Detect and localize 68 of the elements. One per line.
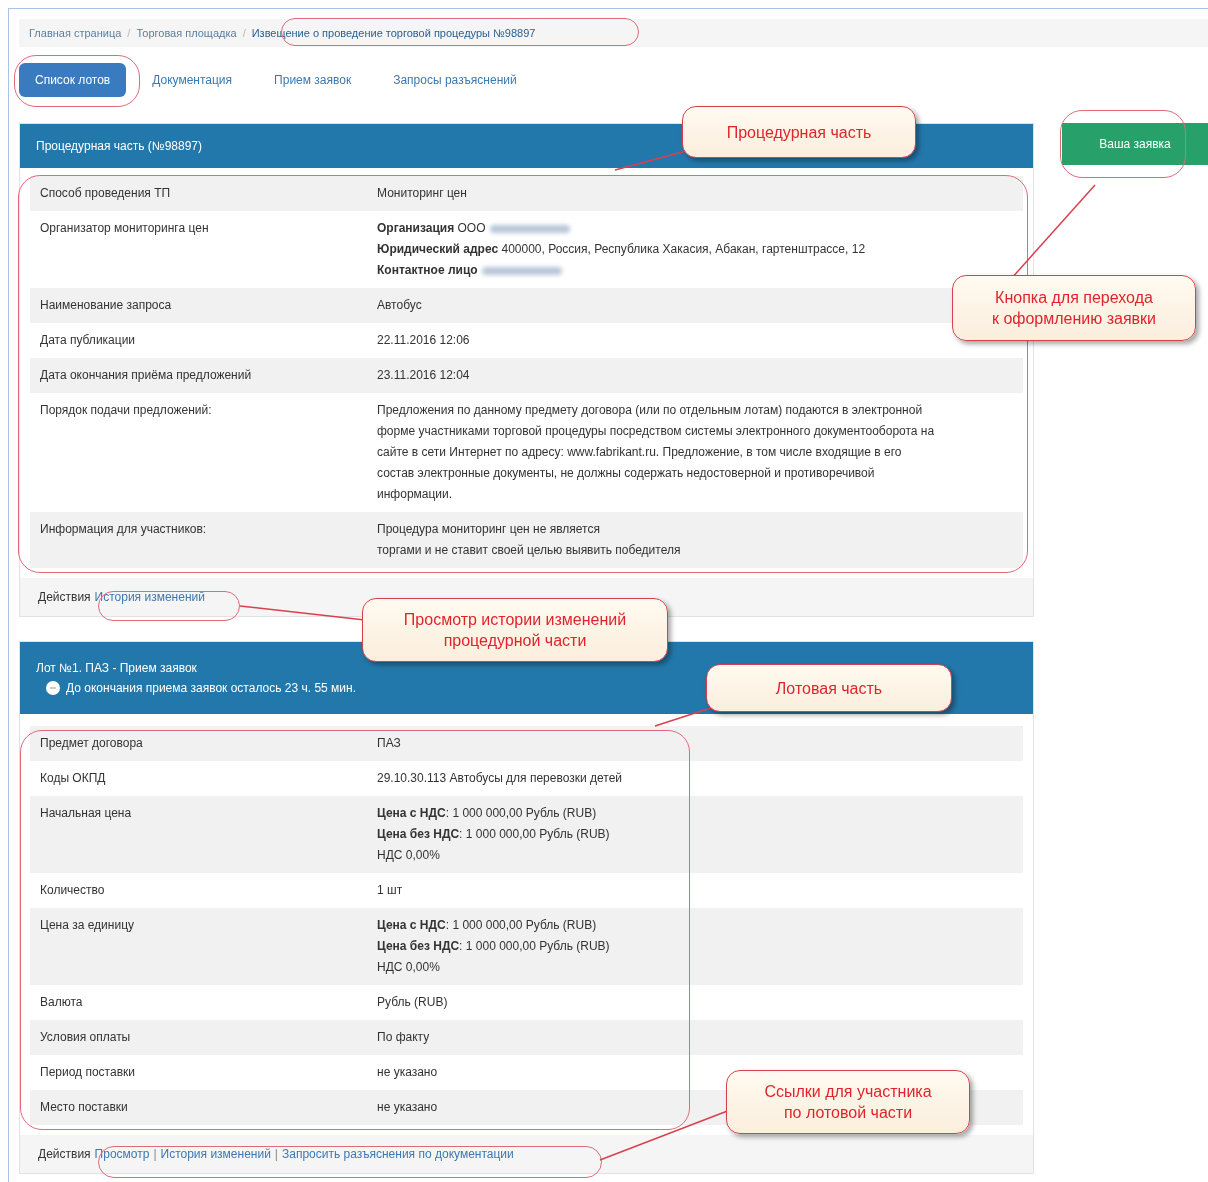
table-cell-text: 22.11.2016 12:06 — [377, 332, 470, 349]
callout-text: процедурной части — [443, 631, 587, 651]
table-cell-text: Наименование запроса — [39, 297, 173, 314]
table-cell-text: Мониторинг цен — [377, 185, 467, 202]
table-cell-text: Валюта — [39, 994, 84, 1011]
callout-text: по лотовой части — [783, 1103, 913, 1123]
table-cell-text: Предложения по данному предмету договора (или по отдельным лотам) подаются в электронной форме участниками торговой процедуры посредством системы электронного документооборота на сайте в сети Интернет по адресу: www.fabrikant.ru. Предложение, в том числе входящие в его состав электронные документы, не должны содержать недостоверной и противоречивой информации. — [377, 402, 936, 503]
tab[interactable]: Запросы разъяснений — [377, 63, 533, 97]
callout-text: к оформлению заявки — [991, 309, 1157, 329]
breadcrumb-link[interactable]: Торговая площадка — [136, 27, 237, 39]
table-cell-text: НДС 0,00% — [377, 847, 440, 864]
table-cell-text: Цена за единицу — [39, 917, 135, 934]
table-cell-text: не указано — [377, 1099, 438, 1116]
link-separator: | — [274, 1147, 278, 1161]
tab[interactable]: Список лотов — [19, 63, 127, 97]
callout-text: Лотовая часть — [775, 678, 883, 699]
table-cell-text: По факту — [377, 1029, 430, 1046]
apply-button[interactable]: Ваша заявка — [1062, 123, 1208, 165]
tab[interactable]: Документация — [136, 63, 249, 97]
table-cell-text: Процедура мониторинг цен не является — [377, 521, 600, 538]
action-link[interactable]: Запросить разъяснения по документации — [282, 1147, 514, 1161]
action-link[interactable]: История изменений — [160, 1147, 271, 1161]
table-cell-text: Порядок подачи предложений: — [39, 402, 213, 419]
table-cell-text: 23.11.2016 12:04 — [377, 367, 470, 384]
link-separator: | — [153, 1147, 157, 1161]
table-cell-text: Период поставки — [39, 1064, 136, 1081]
table-cell-text: Начальная цена — [39, 805, 133, 822]
table-cell-text: Место поставки — [39, 1099, 129, 1116]
table-cell-text: 29.10.30.113 Автобусы для перевозки детей — [377, 770, 623, 787]
table-cell-text: 1 шт — [377, 882, 403, 899]
table-cell-text: Контактное лицо — [377, 262, 478, 279]
table-cell-text: Предмет договора — [39, 735, 144, 752]
table-cell-text: Способ проведения ТП — [39, 185, 172, 202]
table-cell-text: не указано — [377, 1064, 438, 1081]
table-cell-text: Условия оплаты — [39, 1029, 132, 1046]
table-cell-text: Информация для участников: — [39, 521, 208, 538]
callout-text: Ссылки для участника — [764, 1082, 932, 1102]
actions-label: Действия — [38, 590, 91, 604]
table-cell-text: Цена с НДС: 1 000 000,00 Рубль (RUB) — [377, 805, 597, 822]
callout-text: Просмотр истории изменений — [403, 610, 627, 630]
table-cell-text: Коды ОКПД — [39, 770, 107, 787]
table-cell-text: Организатор мониторинга цен — [39, 220, 210, 237]
callout-text: Процедурная часть — [726, 122, 872, 143]
table-cell-text: Юридический адрес 400000, Россия, Республика Хакасия, Абакан, гартенштрассе, 12 — [377, 241, 866, 258]
breadcrumb-separator: / — [242, 27, 246, 39]
panel-title: Процедурная часть (№98897) — [36, 139, 203, 153]
actions-label: Действия — [38, 1147, 91, 1161]
table-cell-text: Количество — [39, 882, 106, 899]
countdown-text: До окончания приема заявок осталось 23 ч. 55 мин. — [66, 681, 356, 695]
history-link[interactable]: История изменений — [94, 590, 205, 604]
table-cell-text: Дата публикации — [39, 332, 137, 349]
table-cell-text: НДС 0,00% — [377, 959, 440, 976]
table-cell-text: Цена с НДС: 1 000 000,00 Рубль (RUB) — [377, 917, 597, 934]
table-cell-text: Автобус — [377, 297, 422, 314]
callout-text: Кнопка для перехода — [995, 288, 1153, 308]
table-cell-text: Организация ООО — [377, 220, 486, 237]
panel-title: Лот №1. ПАЗ - Прием заявок — [36, 661, 197, 675]
table-cell-text: Цена без НДС: 1 000 000,00 Рубль (RUB) — [377, 826, 610, 843]
table-cell-text: Цена без НДС: 1 000 000,00 Рубль (RUB) — [377, 938, 610, 955]
breadcrumb-link[interactable]: Извещение о проведение торговой процедуры №98897 — [251, 27, 536, 39]
table-cell-text: Рубль (RUB) — [377, 994, 448, 1011]
breadcrumb-link[interactable]: Главная страница — [29, 27, 122, 39]
table-cell-text: ПАЗ — [377, 735, 401, 752]
action-link[interactable]: Просмотр — [94, 1147, 150, 1161]
table-cell-text: торгами и не ставит своей целью выявить победителя — [377, 542, 681, 559]
breadcrumb-separator: / — [127, 27, 131, 39]
table-cell-text: Дата окончания приёма предложений — [39, 367, 253, 384]
tab[interactable]: Прием заявок — [258, 63, 368, 97]
